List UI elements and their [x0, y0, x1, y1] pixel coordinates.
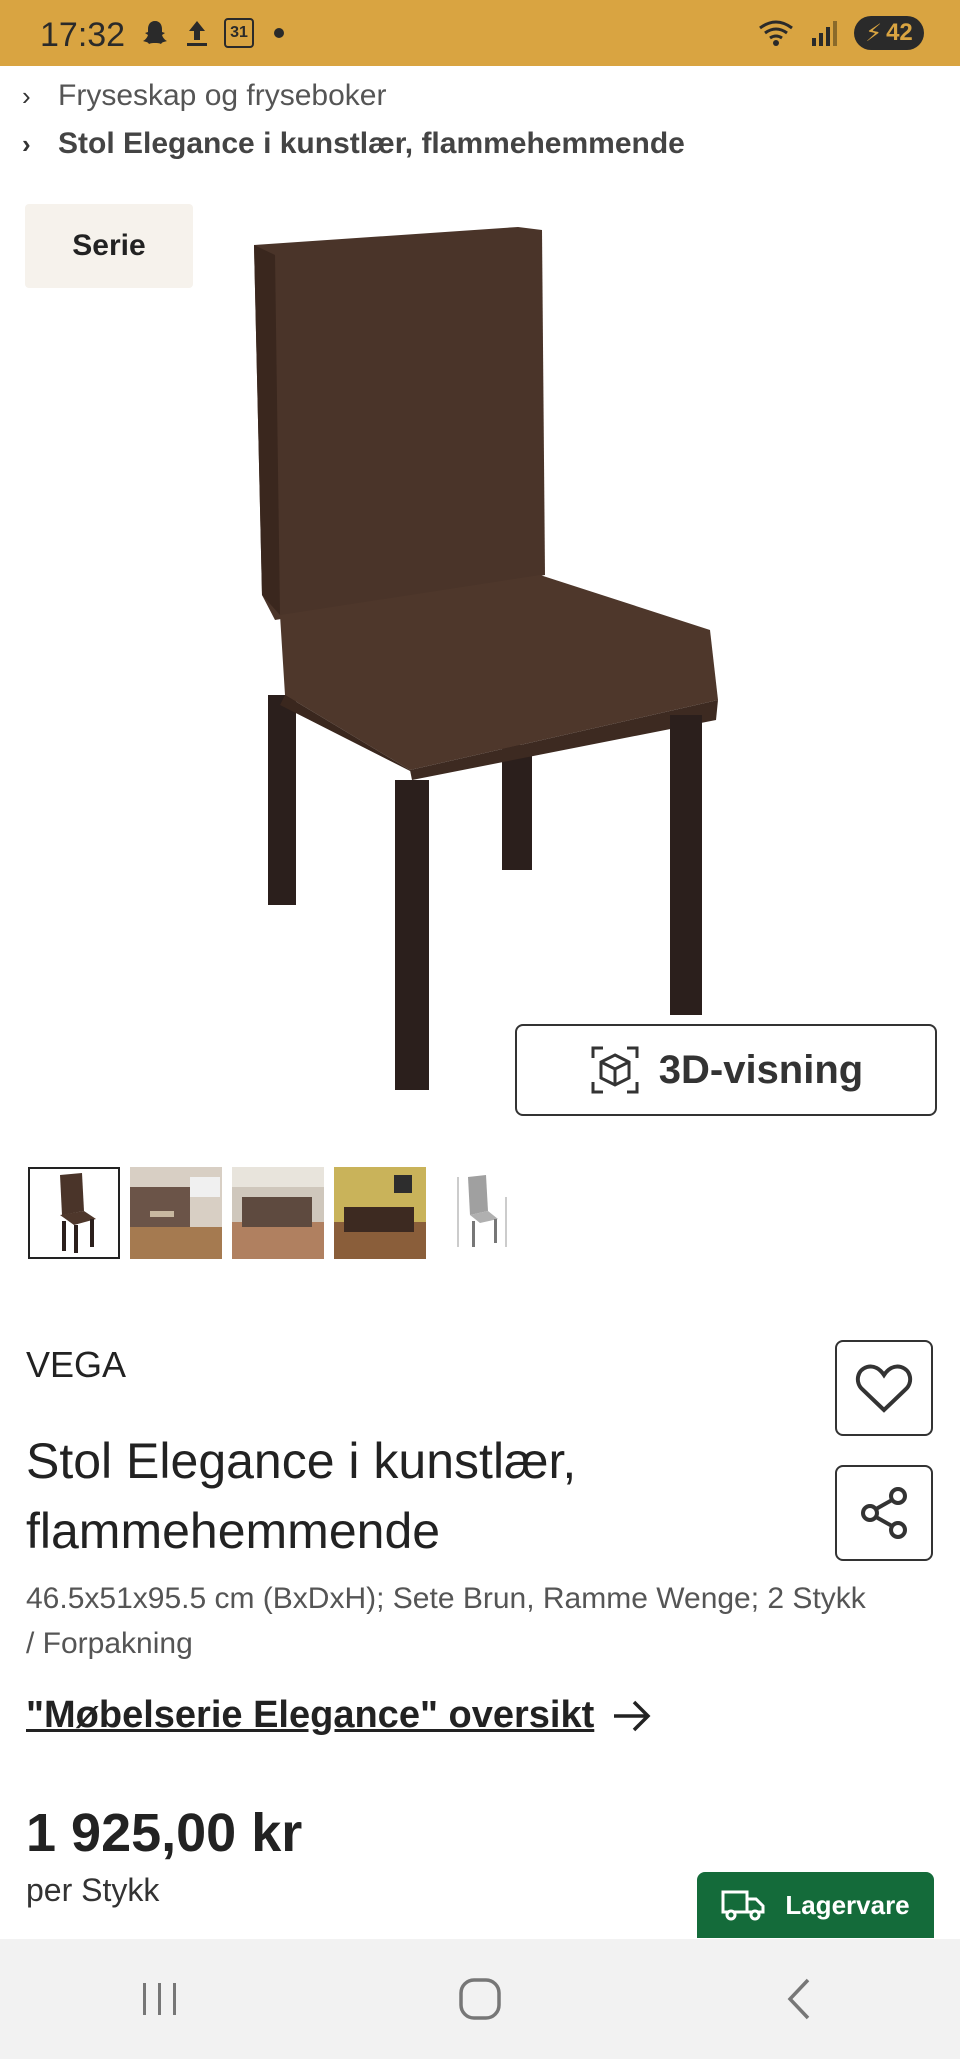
back-icon — [787, 1978, 810, 2020]
brand-name: VEGA — [26, 1344, 127, 1385]
thumbnail-yellow-wall-dining[interactable] — [334, 1167, 426, 1259]
share-icon — [861, 1487, 907, 1539]
status-icons-right: ⚡ 42 — [756, 16, 924, 50]
status-bar: 17:32 31 ⚡ 42 — [0, 0, 960, 66]
stock-status-label: Lagervare — [785, 1889, 910, 1920]
back-button[interactable] — [740, 1959, 860, 2039]
recent-apps-icon — [143, 1983, 176, 2015]
share-button[interactable] — [835, 1465, 933, 1561]
series-overview-link[interactable]: "Møbelserie Elegance" oversikt — [26, 1694, 652, 1737]
thumbnail-chair-front[interactable] — [28, 1167, 120, 1259]
wifi-icon — [759, 20, 793, 46]
thumbnail-restaurant-booths[interactable] — [130, 1167, 222, 1259]
breadcrumb: › Fryseskap og fryseboker › Stol Eleganc… — [22, 72, 685, 168]
signal-icon — [812, 21, 837, 46]
home-icon — [459, 1978, 501, 2020]
favorite-button[interactable] — [835, 1340, 933, 1436]
breadcrumb-label: Fryseskap og fryseboker — [58, 79, 387, 112]
cube-icon — [591, 1046, 639, 1094]
breadcrumb-item[interactable]: › Fryseskap og fryseboker — [22, 72, 685, 120]
battery-level: 42 — [886, 19, 913, 46]
battery-indicator: ⚡ 42 — [854, 16, 924, 50]
breadcrumb-item-current[interactable]: › Stol Elegance i kunstlær, flammehemmen… — [22, 120, 685, 168]
thumbnail-dimension-drawing[interactable] — [436, 1167, 528, 1259]
heart-icon — [855, 1364, 913, 1413]
product-title: Stol Elegance i kunstlær, flammehemmende — [26, 1433, 577, 1559]
serie-tag: Serie — [25, 204, 193, 288]
thumbnail-dining-room[interactable] — [232, 1167, 324, 1259]
charging-icon: ⚡ — [865, 19, 883, 47]
truck-icon — [721, 1890, 765, 1921]
chevron-right-icon: › — [22, 128, 31, 159]
view-3d-label: 3D-visning — [658, 1047, 864, 1092]
status-time: 17:32 — [40, 16, 126, 54]
breadcrumb-label: Stol Elegance i kunstlær, flammehemmende — [58, 127, 685, 160]
series-overview-label: "Møbelserie Elegance" oversikt — [26, 1694, 595, 1736]
thumbnail-strip — [28, 1167, 528, 1259]
recent-apps-button[interactable] — [100, 1959, 220, 2039]
price-unit: per Stykk — [26, 1872, 160, 1908]
calendar-icon: 31 — [224, 18, 254, 48]
home-button[interactable] — [420, 1959, 540, 2039]
product-specs: 46.5x51x95.5 cm (BxDxH); Sete Brun, Ramm… — [26, 1582, 866, 1660]
chevron-right-icon: › — [22, 80, 31, 111]
status-icons-left: 31 — [140, 18, 284, 48]
arrow-right-icon — [614, 1700, 651, 1731]
product-price: 1 925,00 kr — [26, 1803, 303, 1863]
view-3d-button[interactable]: 3D-visning — [515, 1024, 937, 1116]
system-navigation-bar — [0, 1939, 960, 2059]
product-image[interactable] — [240, 215, 740, 1095]
notification-dot-icon — [274, 28, 284, 38]
stock-status-badge: Lagervare — [697, 1872, 934, 1938]
upload-icon — [187, 21, 207, 46]
snapchat-icon — [143, 21, 167, 44]
